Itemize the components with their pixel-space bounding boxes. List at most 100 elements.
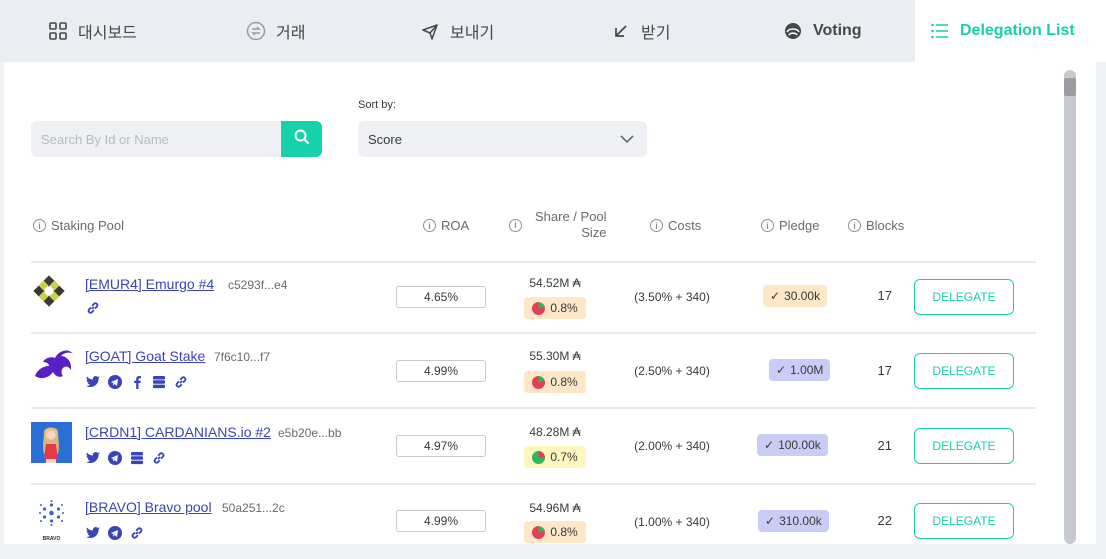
pool-name-link[interactable]: [GOAT] Goat Stake: [85, 348, 205, 364]
delegate-button[interactable]: DELEGATE: [914, 428, 1014, 464]
blocks-value: 22: [877, 513, 892, 528]
delegate-button[interactable]: DELEGATE: [914, 279, 1014, 315]
sort-label: Sort by:: [358, 99, 396, 111]
pool-size: 55.30M ₳: [529, 349, 581, 363]
pledge-badge: ✓ 30.00k: [763, 285, 828, 307]
pie-icon: [532, 301, 546, 315]
sort-value: Score: [368, 131, 402, 147]
pool-socials: [85, 525, 144, 540]
scrollbar-handle[interactable]: [1064, 78, 1076, 96]
info-icon[interactable]: i: [33, 219, 46, 232]
pledge-value: 310.00k: [779, 514, 822, 528]
tab-dashboard[interactable]: 대시보드: [48, 0, 137, 62]
column-label: Size: [581, 225, 607, 240]
receive-icon: [611, 21, 631, 41]
send-icon: [420, 21, 440, 41]
pool-size: 54.52M ₳: [529, 276, 581, 290]
server-icon[interactable]: [151, 374, 166, 389]
costs-value: (2.00% + 340): [634, 439, 710, 453]
search-input[interactable]: [31, 121, 281, 157]
link-icon[interactable]: [85, 300, 100, 315]
column-label: Blocks: [866, 218, 905, 233]
delegate-button[interactable]: DELEGATE: [914, 353, 1014, 389]
check-icon: ✓: [776, 363, 787, 377]
twitter-icon[interactable]: [85, 525, 100, 540]
column-label: ROA: [441, 218, 470, 233]
column-label: Staking Pool: [51, 218, 124, 233]
twitter-icon[interactable]: [85, 450, 100, 465]
pool-id: 50a251...2c: [222, 501, 285, 515]
pool-name-link[interactable]: [EMUR4] Emurgo #4: [85, 276, 214, 292]
pie-icon: [532, 450, 546, 464]
share-value: 0.7%: [550, 450, 578, 464]
check-icon: ✓: [764, 438, 775, 452]
tab-receive[interactable]: 받기: [611, 0, 670, 62]
pledge-value: 100.00k: [778, 438, 821, 452]
table-row: [CRDN1] CARDANIANS.io #2 e5b20e...bb 4.9…: [0, 409, 1060, 483]
pool-name-link[interactable]: [BRAVO] Bravo pool: [85, 499, 212, 515]
info-icon[interactable]: i: [761, 219, 774, 232]
costs-value: (2.50% + 340): [634, 364, 710, 378]
column-label: Costs: [668, 218, 702, 233]
sort-select[interactable]: Score: [358, 121, 647, 157]
telegram-icon[interactable]: [107, 525, 122, 540]
roa-value: 4.65%: [396, 286, 486, 308]
column-header-staking-pool[interactable]: i Staking Pool: [33, 218, 124, 233]
roa-value: 4.99%: [396, 510, 486, 532]
pool-socials: [85, 374, 188, 389]
twitter-icon[interactable]: [85, 374, 100, 389]
list-icon: [930, 21, 950, 41]
check-icon: ✓: [770, 289, 781, 303]
pledge-badge: ✓ 1.00M: [769, 359, 831, 381]
tab-label: Voting: [813, 22, 862, 39]
tab-label: Delegation List: [960, 22, 1075, 39]
info-icon[interactable]: i: [650, 219, 663, 232]
telegram-icon[interactable]: [107, 450, 122, 465]
chevron-down-icon: [619, 131, 635, 150]
telegram-icon[interactable]: [107, 374, 122, 389]
share-value: 0.8%: [550, 301, 578, 315]
share-value: 0.8%: [550, 375, 578, 389]
tab-label: 대시보드: [78, 25, 137, 42]
tab-label: 보내기: [450, 25, 495, 42]
blocks-value: 17: [877, 363, 892, 378]
column-header-roa[interactable]: i ROA: [423, 218, 469, 233]
share-value: 0.8%: [550, 525, 578, 539]
search-button[interactable]: [281, 121, 322, 157]
tab-voting[interactable]: Voting: [783, 0, 862, 62]
pie-icon: [532, 525, 546, 539]
costs-value: (1.00% + 340): [634, 515, 710, 529]
pledge-badge: ✓ 100.00k: [757, 434, 828, 456]
transactions-icon: [246, 21, 266, 41]
costs-value: (3.50% + 340): [634, 290, 710, 304]
server-icon[interactable]: [129, 450, 144, 465]
pool-name-link[interactable]: [CRDN1] CARDANIANS.io #2: [85, 424, 271, 440]
delegate-button[interactable]: DELEGATE: [914, 503, 1014, 539]
link-icon[interactable]: [151, 450, 166, 465]
check-icon: ✓: [765, 514, 776, 528]
pool-id: 7f6c10...f7: [214, 350, 271, 364]
link-icon[interactable]: [129, 525, 144, 540]
tab-delegation-list[interactable]: Delegation List: [915, 0, 1106, 62]
info-icon[interactable]: i: [423, 219, 436, 232]
column-header-pledge[interactable]: i Pledge: [761, 218, 819, 233]
column-header-share[interactable]: i Share / Pool Size: [509, 209, 607, 241]
info-icon[interactable]: i: [848, 219, 861, 232]
scrollbar-thumb[interactable]: [1064, 70, 1076, 544]
share-badge: 0.8%: [524, 297, 586, 319]
top-tab-bar: 대시보드 거래 보내기 받기 Voting Delegation List: [0, 0, 1106, 62]
tab-label: 받기: [641, 25, 671, 42]
column-header-blocks[interactable]: i Blocks: [848, 218, 904, 233]
link-icon[interactable]: [173, 374, 188, 389]
pledge-value: 1.00M: [790, 363, 824, 377]
column-header-costs[interactable]: i Costs: [650, 218, 701, 233]
tab-transactions[interactable]: 거래: [246, 0, 305, 62]
column-label: Share / Pool: [535, 209, 607, 224]
roa-value: 4.97%: [396, 435, 486, 457]
facebook-icon[interactable]: [129, 374, 144, 389]
pool-logo: [31, 346, 73, 387]
info-icon[interactable]: i: [509, 218, 522, 232]
roa-value: 4.99%: [396, 360, 486, 382]
voting-icon: [783, 21, 803, 41]
tab-send[interactable]: 보내기: [420, 0, 494, 62]
